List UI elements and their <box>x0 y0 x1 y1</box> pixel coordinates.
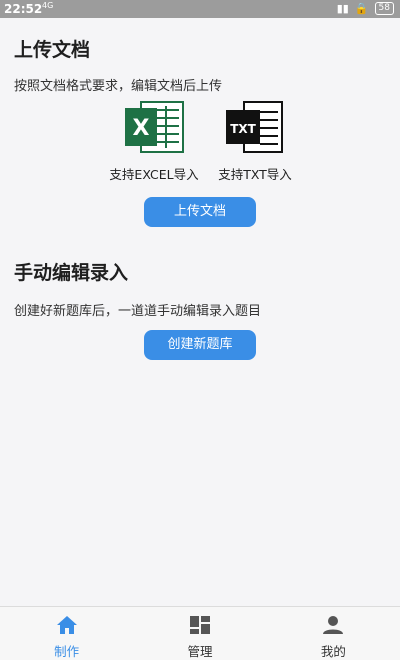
home-icon <box>56 616 77 634</box>
upload-section-description: 按照文档格式要求，编辑文档后上传 <box>14 79 223 94</box>
status-time: 22:52 <box>4 2 43 16</box>
lock-icon: 🔒 <box>354 2 369 15</box>
tab-mine-label: 我的 <box>320 644 346 659</box>
status-icons: ▮▮ 🔒 58 <box>337 2 394 15</box>
dashboard-icon <box>189 616 210 634</box>
tab-manage-label: 管理 <box>187 644 213 659</box>
upload-section-title: 上传文档 <box>14 39 91 61</box>
tab-mine[interactable]: 我的 <box>267 607 400 660</box>
tab-manage[interactable]: 管理 <box>133 607 266 660</box>
create-question-bank-button[interactable]: 创建新题库 <box>144 330 256 360</box>
network-indicator: 4G <box>42 1 54 10</box>
signal-icon: ▮▮ <box>336 2 349 15</box>
tab-make[interactable]: 制作 <box>0 607 133 660</box>
bottom-tab-bar: 制作 管理 我的 <box>0 606 400 660</box>
excel-import-label: 支持EXCEL导入 <box>109 167 199 182</box>
txt-icon-text: TXT <box>230 122 256 136</box>
excel-import-option: X 支持EXCEL导入 <box>104 100 204 183</box>
status-bar: 22:52 4G ▮▮ 🔒 58 <box>0 0 400 18</box>
txt-import-option: TXT 支持TXT导入 <box>205 100 305 183</box>
svg-text:X: X <box>133 116 150 141</box>
tab-make-label: 制作 <box>54 644 80 659</box>
person-icon <box>323 616 344 634</box>
upload-document-button[interactable]: 上传文档 <box>144 197 256 227</box>
txt-import-label: 支持TXT导入 <box>218 167 292 182</box>
excel-icon: X <box>125 101 184 153</box>
manual-section-title: 手动编辑录入 <box>14 262 129 284</box>
manual-section-description: 创建好新题库后，一道道手动编辑录入题目 <box>14 304 262 319</box>
txt-file-icon: TXT <box>226 101 283 153</box>
battery-icon: 58 <box>374 2 394 15</box>
